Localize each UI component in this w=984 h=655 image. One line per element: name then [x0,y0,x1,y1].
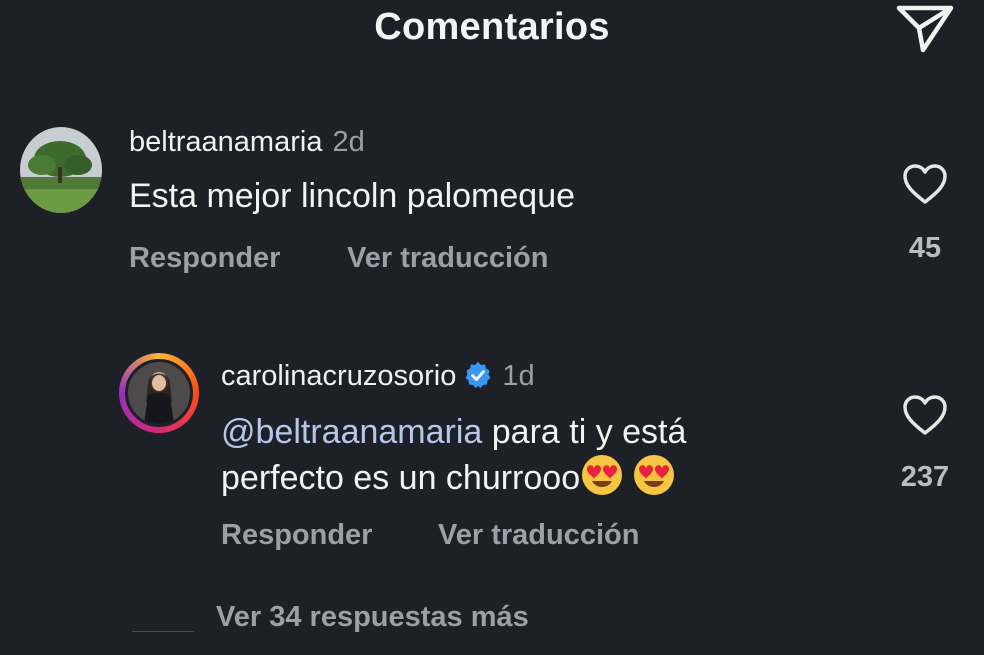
comment-text: Esta mejor lincoln palomeque [129,177,576,215]
avatar[interactable] [20,127,102,213]
comment-text-line2-text: perfecto es un churrooo [221,459,581,497]
see-translation-button[interactable]: Ver traducción [438,519,639,552]
like-count: 237 [900,461,950,493]
heart-eyes-emoji [634,455,675,495]
heart-eyes-emoji [582,455,623,495]
heart-icon[interactable] [902,394,948,436]
username-text[interactable]: beltraanamaria [129,126,322,158]
comment-time: 2d [332,126,365,158]
heart-icon[interactable] [902,163,948,205]
paper-plane-icon[interactable] [893,0,957,56]
comment-username[interactable]: beltraanamaria 2d [129,126,365,159]
see-translation-button[interactable]: Ver traducción [347,242,548,275]
comment-time: 1d [502,360,535,392]
verified-badge-icon [465,362,491,388]
reply-button[interactable]: Responder [129,242,280,275]
view-more-replies-button[interactable]: Ver 34 respuestas más [216,601,529,634]
like-count: 45 [908,232,942,264]
comment-text: @beltraanamaria para ti y está [221,411,686,453]
comments-screen: Comentarios beltraanamaria 2d Esta mejor … [0,0,984,655]
avatar[interactable] [125,359,193,427]
reply-button[interactable]: Responder [221,519,372,552]
comment-username[interactable]: carolinacruzosorio 1d [221,360,535,393]
page-title: Comentarios [374,6,610,48]
mention-link[interactable]: @beltraanamaria [221,413,482,451]
comment-text-line1: para ti y está [482,413,687,451]
comment-text-line2: perfecto es un churrooo [221,453,676,499]
username-text[interactable]: carolinacruzosorio [221,360,456,392]
thread-divider [132,631,194,632]
